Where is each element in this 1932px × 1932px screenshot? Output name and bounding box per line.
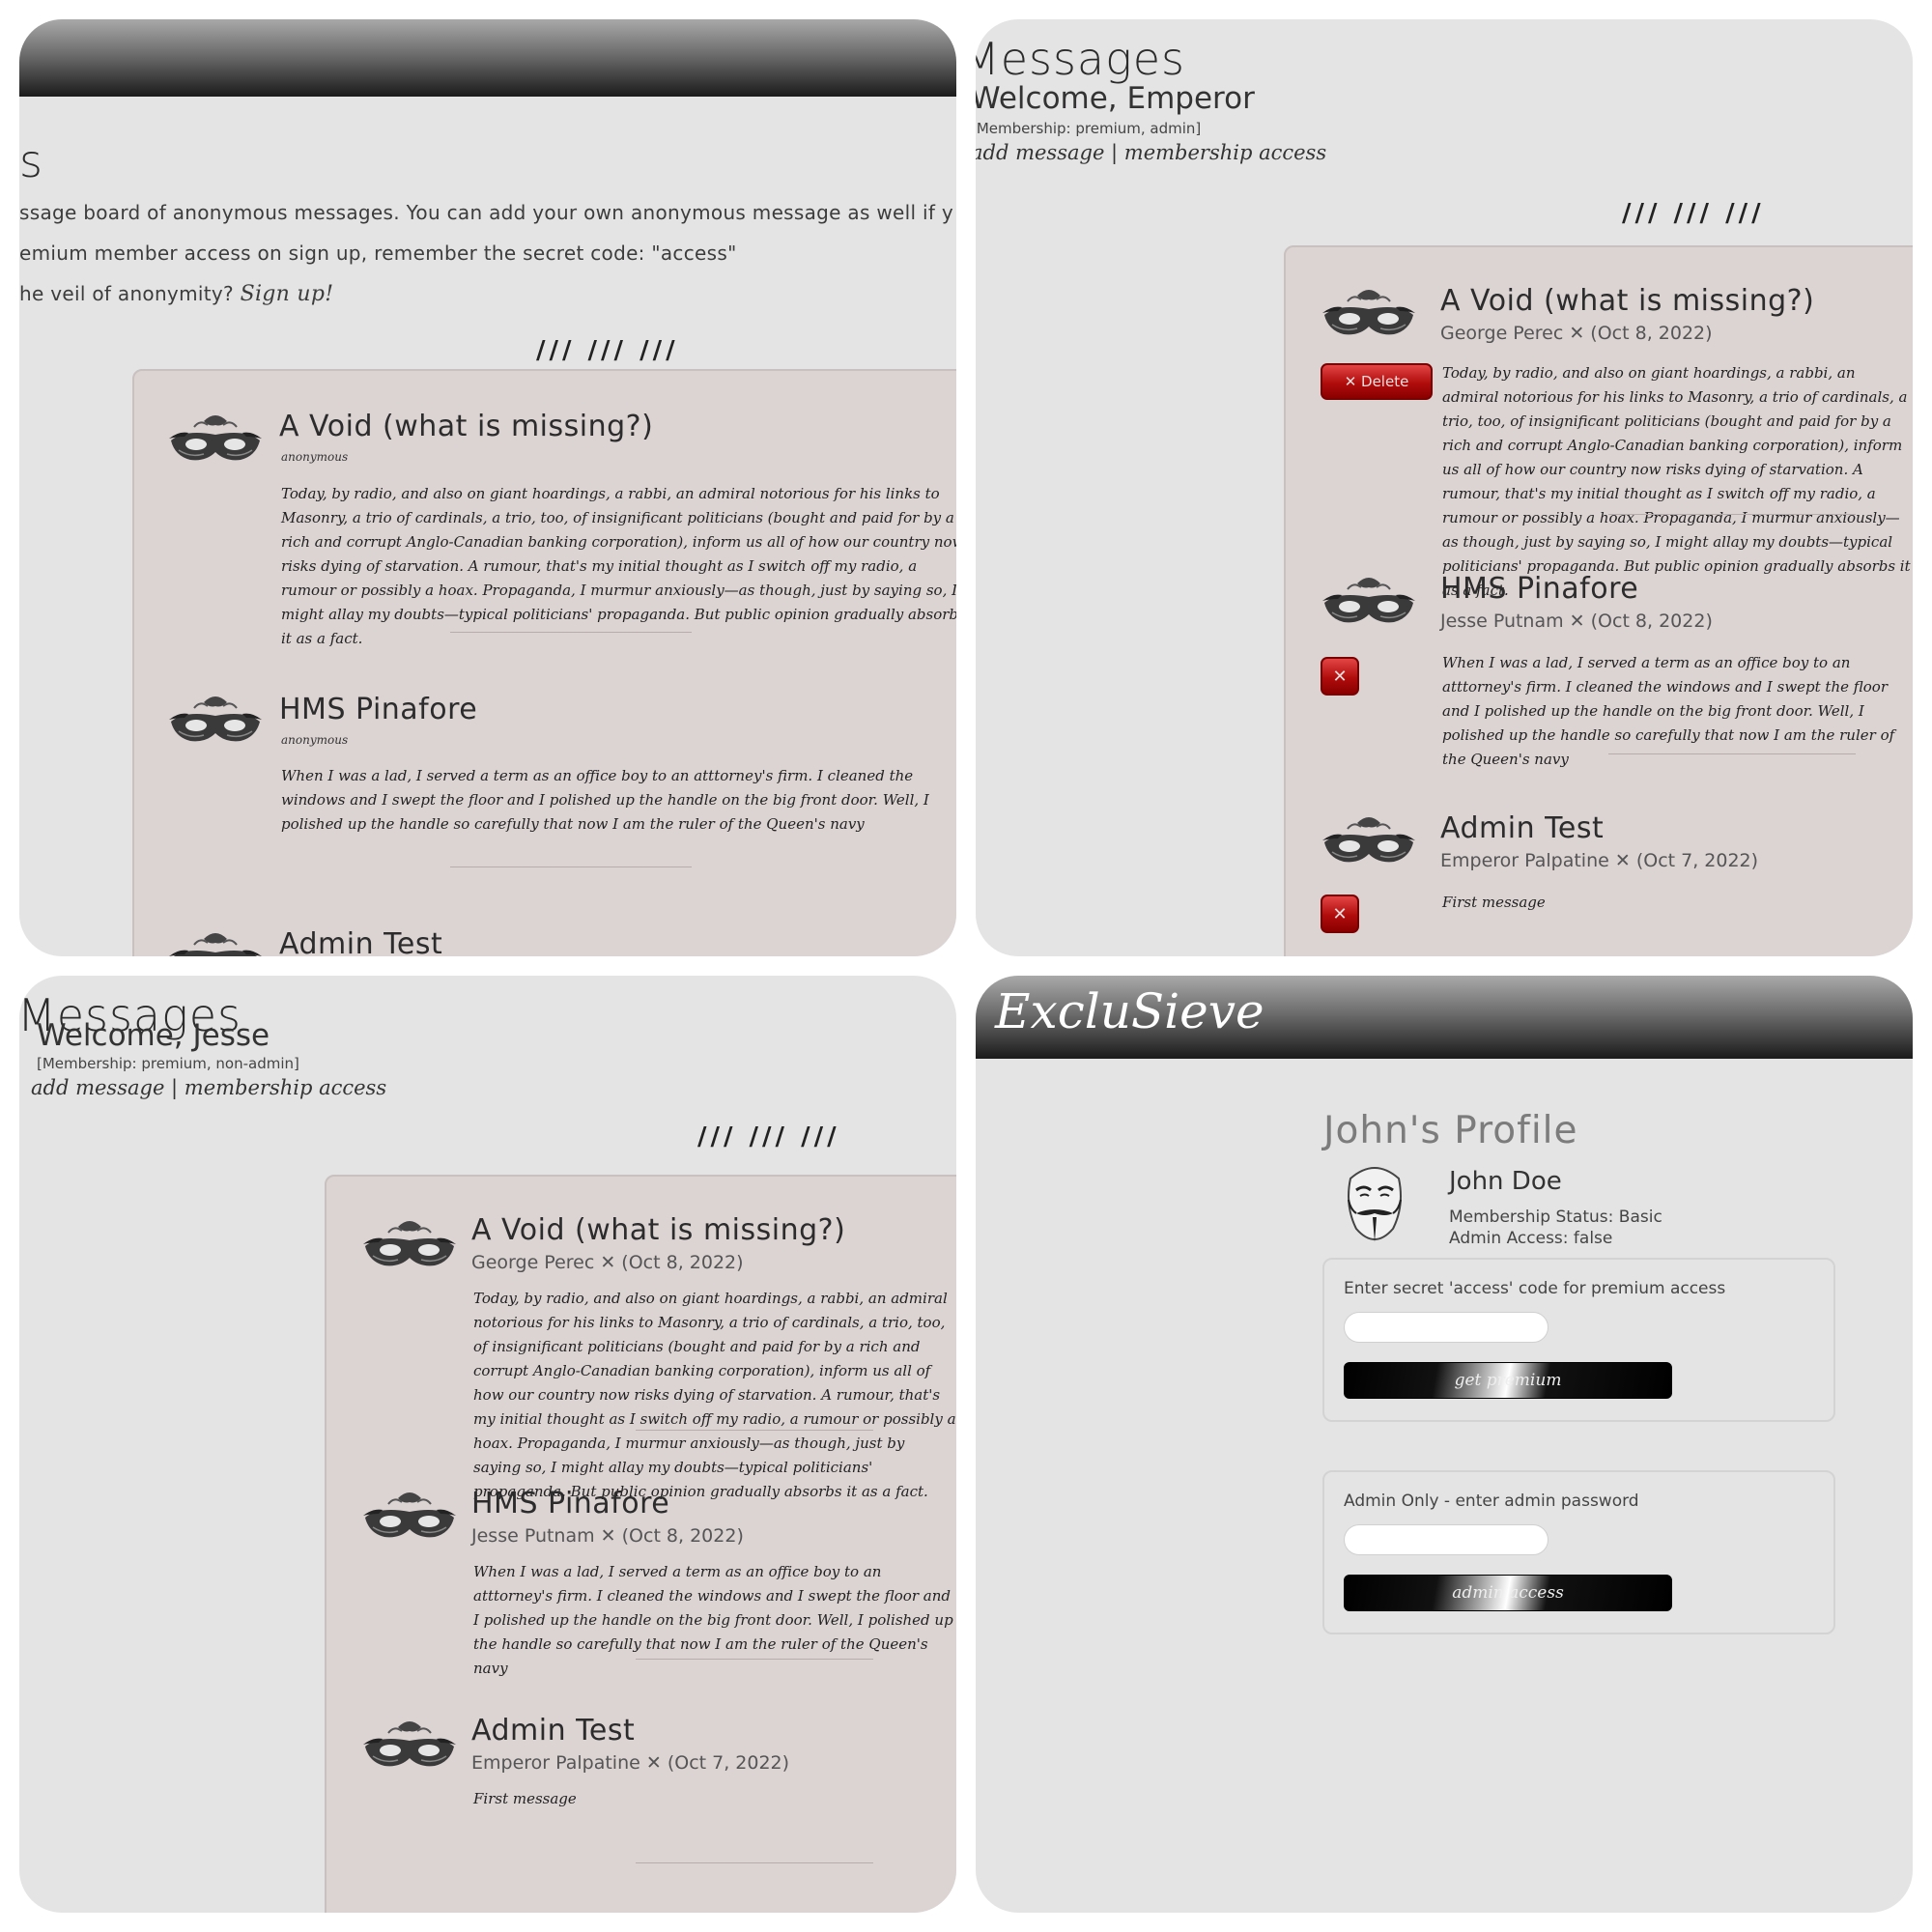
section-divider: /// /// /// <box>697 1122 840 1151</box>
get-premium-button[interactable]: get premium <box>1344 1362 1672 1399</box>
membership-text: [Membership: premium, non-admin] <box>37 1055 299 1072</box>
mask-avatar-icon <box>362 1220 457 1267</box>
message-board: A Void (what is missing?) George Perec ✕… <box>325 1175 956 1913</box>
message-title: A Void (what is missing?) <box>279 410 654 443</box>
nav-links[interactable]: add message | membership access <box>976 141 1326 164</box>
panel-landing-anonymous: s ssage board of anonymous messages. You… <box>19 19 956 956</box>
message-author: Emperor Palpatine ✕ (Oct 7, 2022) <box>471 1752 790 1774</box>
message-title: Admin Test <box>279 927 443 956</box>
page-title: Messages <box>976 33 1185 85</box>
admin-access-button[interactable]: admin access <box>1344 1575 1672 1611</box>
signup-prompt: he veil of anonymity? Sign up! <box>19 282 333 306</box>
section-divider: /// /// /// <box>536 336 679 365</box>
admin-password-input[interactable] <box>1344 1524 1548 1555</box>
message-author: George Perec ✕ (Oct 8, 2022) <box>1440 323 1713 344</box>
mask-avatar-icon <box>1321 816 1416 864</box>
delete-button[interactable]: ✕ <box>1321 895 1359 933</box>
messages-member-content: Messages Welcome, Jesse [Membership: pre… <box>19 976 956 1913</box>
mask-avatar-icon <box>168 414 263 462</box>
signup-link[interactable]: Sign up! <box>241 282 334 306</box>
message-title: HMS Pinafore <box>1440 572 1639 606</box>
premium-code-label: Enter secret 'access' code for premium a… <box>1344 1279 1726 1298</box>
message-title: A Void (what is missing?) <box>471 1213 846 1247</box>
message-title: HMS Pinafore <box>471 1487 670 1520</box>
message-title: Admin Test <box>471 1714 636 1747</box>
message-board: A Void (what is missing?) George Perec ✕… <box>1284 245 1913 956</box>
message-body: When I was a lad, I served a term as an … <box>281 767 929 833</box>
messages-admin-content: Messages Welcome, Emperor [Membership: p… <box>976 19 1913 956</box>
mask-avatar-icon <box>362 1492 457 1539</box>
signup-prompt-text: he veil of anonymity? <box>19 282 234 305</box>
welcome-text: Welcome, Jesse <box>37 1018 270 1053</box>
message-separator <box>636 1430 873 1431</box>
message-author: anonymous <box>281 450 349 464</box>
welcome-text: Welcome, Emperor <box>976 81 1255 116</box>
message-body: Today, by radio, and also on giant hoard… <box>473 1290 956 1500</box>
message-board: A Void (what is missing?) anonymous Toda… <box>132 369 956 956</box>
page-title-fragment: s <box>19 135 43 187</box>
message-author: anonymous <box>281 733 349 747</box>
message-body: Today, by radio, and also on giant hoard… <box>1442 364 1911 599</box>
premium-access-form: Enter secret 'access' code for premium a… <box>1322 1258 1835 1422</box>
profile-title: John's Profile <box>1323 1109 1578 1152</box>
message-title: Admin Test <box>1440 811 1605 845</box>
admin-access-status: Admin Access: false <box>1449 1229 1613 1248</box>
site-logo[interactable]: ExcluSieve <box>995 983 1264 1039</box>
message-body: First message <box>1442 894 1546 911</box>
message-title: HMS Pinafore <box>279 693 478 726</box>
intro-line-2: emium member access on sign up, remember… <box>19 242 737 265</box>
header-bar: ExcluSieve <box>976 976 1913 1059</box>
delete-button[interactable]: ✕ Delete <box>1321 363 1433 400</box>
message-body: When I was a lad, I served a term as an … <box>473 1563 953 1677</box>
guy-fawkes-mask-avatar-icon <box>1348 1167 1402 1242</box>
message-body: Today, by radio, and also on giant hoard… <box>281 485 956 647</box>
message-separator <box>450 632 692 633</box>
message-separator <box>636 1659 873 1660</box>
premium-code-input[interactable] <box>1344 1312 1548 1343</box>
profile-name: John Doe <box>1449 1167 1562 1196</box>
mask-avatar-icon <box>362 1720 457 1768</box>
nav-links[interactable]: add message | membership access <box>31 1076 386 1099</box>
message-separator <box>636 1862 873 1863</box>
message-author: Jesse Putnam ✕ (Oct 8, 2022) <box>471 1525 744 1547</box>
message-author: George Perec ✕ (Oct 8, 2022) <box>471 1252 744 1273</box>
message-separator <box>1608 753 1856 754</box>
message-separator <box>1608 514 1856 515</box>
intro-line-1: ssage board of anonymous messages. You c… <box>19 201 953 224</box>
message-author: Emperor Palpatine ✕ (Oct 7, 2022) <box>1440 850 1759 871</box>
membership-status: Membership Status: Basic <box>1449 1208 1662 1227</box>
message-title: A Void (what is missing?) <box>1440 284 1815 318</box>
delete-button[interactable]: ✕ <box>1321 657 1359 696</box>
admin-access-form: Admin Only - enter admin password admin … <box>1322 1470 1835 1634</box>
mask-avatar-icon <box>1321 289 1416 336</box>
mask-avatar-icon <box>1321 577 1416 624</box>
mask-avatar-icon <box>168 932 263 956</box>
mask-avatar-icon <box>168 696 263 743</box>
panel-profile: ExcluSieve John's Profile John Doe Membe… <box>976 976 1913 1913</box>
panel-messages-admin: Messages Welcome, Emperor [Membership: p… <box>976 19 1913 956</box>
landing-content: s ssage board of anonymous messages. You… <box>19 19 956 956</box>
admin-password-label: Admin Only - enter admin password <box>1344 1492 1639 1511</box>
message-author: Jesse Putnam ✕ (Oct 8, 2022) <box>1440 611 1713 632</box>
message-body: First message <box>473 1790 577 1807</box>
panel-messages-member: Messages Welcome, Jesse [Membership: pre… <box>19 976 956 1913</box>
membership-text: [Membership: premium, admin] <box>976 120 1202 137</box>
section-divider: /// /// /// <box>1622 199 1765 228</box>
